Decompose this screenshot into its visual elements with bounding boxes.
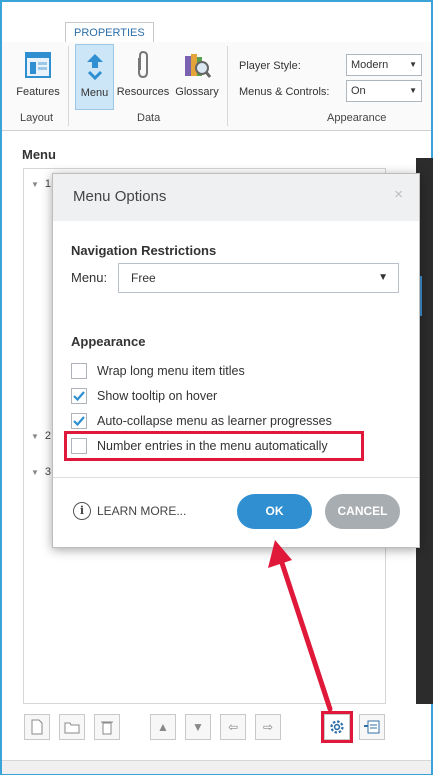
- resources-button[interactable]: Resources: [116, 44, 170, 110]
- move-down-button[interactable]: ▼: [185, 714, 211, 740]
- features-button[interactable]: Features: [13, 44, 63, 110]
- dialog-header: Menu Options ×: [53, 174, 419, 221]
- tree-item-label: 1: [44, 178, 52, 190]
- panel-title: Menu: [22, 147, 56, 162]
- expand-triangle-icon[interactable]: ▼: [31, 468, 39, 477]
- menu-restriction-select[interactable]: Free ▼: [118, 263, 399, 293]
- trash-icon: [101, 721, 113, 735]
- move-up-button[interactable]: ▲: [150, 714, 176, 740]
- menus-controls-select[interactable]: On ▼: [346, 80, 422, 102]
- folder-icon: [64, 722, 80, 734]
- triangle-down-icon: ▼: [192, 720, 204, 734]
- expand-triangle-icon[interactable]: ▼: [31, 432, 39, 441]
- dialog-title: Menu Options: [73, 188, 167, 205]
- option-wrap-titles[interactable]: Wrap long menu item titles: [71, 362, 245, 380]
- status-bar: [2, 760, 431, 774]
- checkbox-checked[interactable]: [71, 413, 87, 429]
- menu-tree-icon: [80, 51, 110, 81]
- menu-restriction-value: Free: [131, 271, 156, 285]
- group-separator: [68, 46, 69, 126]
- option-show-tooltip[interactable]: Show tooltip on hover: [71, 387, 217, 405]
- learn-more-link[interactable]: i LEARN MORE...: [73, 502, 186, 520]
- chevron-down-icon: ▼: [409, 60, 417, 69]
- tree-item-label: 2: [44, 430, 52, 442]
- dialog-divider: [53, 477, 419, 478]
- cancel-button[interactable]: CANCEL: [325, 494, 400, 529]
- learn-more-label: LEARN MORE...: [97, 504, 187, 518]
- checkbox-checked[interactable]: [71, 388, 87, 404]
- expand-triangle-icon[interactable]: ▼: [31, 180, 39, 189]
- new-item-button[interactable]: [24, 714, 50, 740]
- paperclip-icon: [128, 50, 158, 80]
- player-style-select[interactable]: Modern ▼: [346, 54, 422, 76]
- group-label-layout: Layout: [20, 112, 54, 124]
- tree-item[interactable]: ▼ 3: [31, 466, 51, 478]
- menus-controls-label: Menus & Controls:: [239, 86, 330, 98]
- tree-item[interactable]: ▼ 1: [31, 178, 51, 190]
- menu-label: Menu: [80, 87, 109, 99]
- option-auto-collapse[interactable]: Auto-collapse menu as learner progresses: [71, 412, 332, 430]
- ribbon-tabbar: PROPERTIES: [2, 2, 431, 43]
- import-menu-icon: [364, 720, 380, 734]
- triangle-up-icon: ▲: [157, 720, 169, 734]
- option-label: Auto-collapse menu as learner progresses: [97, 414, 332, 428]
- option-label: Show tooltip on hover: [97, 389, 218, 403]
- checkbox[interactable]: [71, 363, 87, 379]
- player-style-label: Player Style:: [239, 60, 301, 72]
- resources-label: Resources: [116, 86, 170, 98]
- group-separator: [227, 46, 228, 126]
- menu-restriction-label: Menu:: [71, 270, 108, 285]
- arrow-right-icon: ⇨: [262, 720, 274, 734]
- option-label: Wrap long menu item titles: [97, 364, 245, 378]
- glossary-book-icon: [182, 50, 212, 80]
- arrow-left-icon: ⇦: [227, 720, 239, 734]
- features-label: Features: [16, 86, 60, 98]
- chevron-down-icon: ▼: [409, 86, 417, 95]
- checkmark-icon: [73, 391, 85, 402]
- delete-button[interactable]: [94, 714, 120, 740]
- nav-restrictions-heading: Navigation Restrictions: [71, 243, 217, 258]
- ribbon: Features Menu Resources Glossary Layout …: [2, 42, 431, 131]
- indent-button[interactable]: ⇨: [255, 714, 281, 740]
- tree-item[interactable]: ▼ 2: [31, 430, 51, 442]
- menus-controls-value: On: [351, 85, 366, 97]
- menu-options-dialog: Menu Options × Navigation Restrictions M…: [52, 173, 420, 548]
- tree-item-label: 3: [44, 466, 52, 478]
- import-button[interactable]: [359, 714, 385, 740]
- number-entries-highlight: [64, 431, 364, 461]
- glossary-label: Glossary: [175, 86, 219, 98]
- chevron-down-icon: ▼: [378, 272, 388, 283]
- glossary-button[interactable]: Glossary: [172, 44, 222, 110]
- tab-properties[interactable]: PROPERTIES: [65, 22, 154, 43]
- menu-button[interactable]: Menu: [75, 44, 114, 110]
- group-label-data: Data: [137, 112, 161, 124]
- ok-button[interactable]: OK: [237, 494, 312, 529]
- appearance-heading: Appearance: [71, 334, 146, 349]
- gear-highlight: [321, 711, 353, 743]
- group-label-appearance: Appearance: [327, 112, 387, 124]
- player-style-value: Modern: [351, 59, 389, 71]
- outdent-button[interactable]: ⇦: [220, 714, 246, 740]
- features-icon: [23, 50, 53, 80]
- open-button[interactable]: [59, 714, 85, 740]
- new-page-icon: [31, 719, 43, 735]
- info-icon: i: [73, 502, 91, 520]
- close-icon[interactable]: ×: [394, 186, 403, 203]
- checkmark-icon: [73, 416, 85, 427]
